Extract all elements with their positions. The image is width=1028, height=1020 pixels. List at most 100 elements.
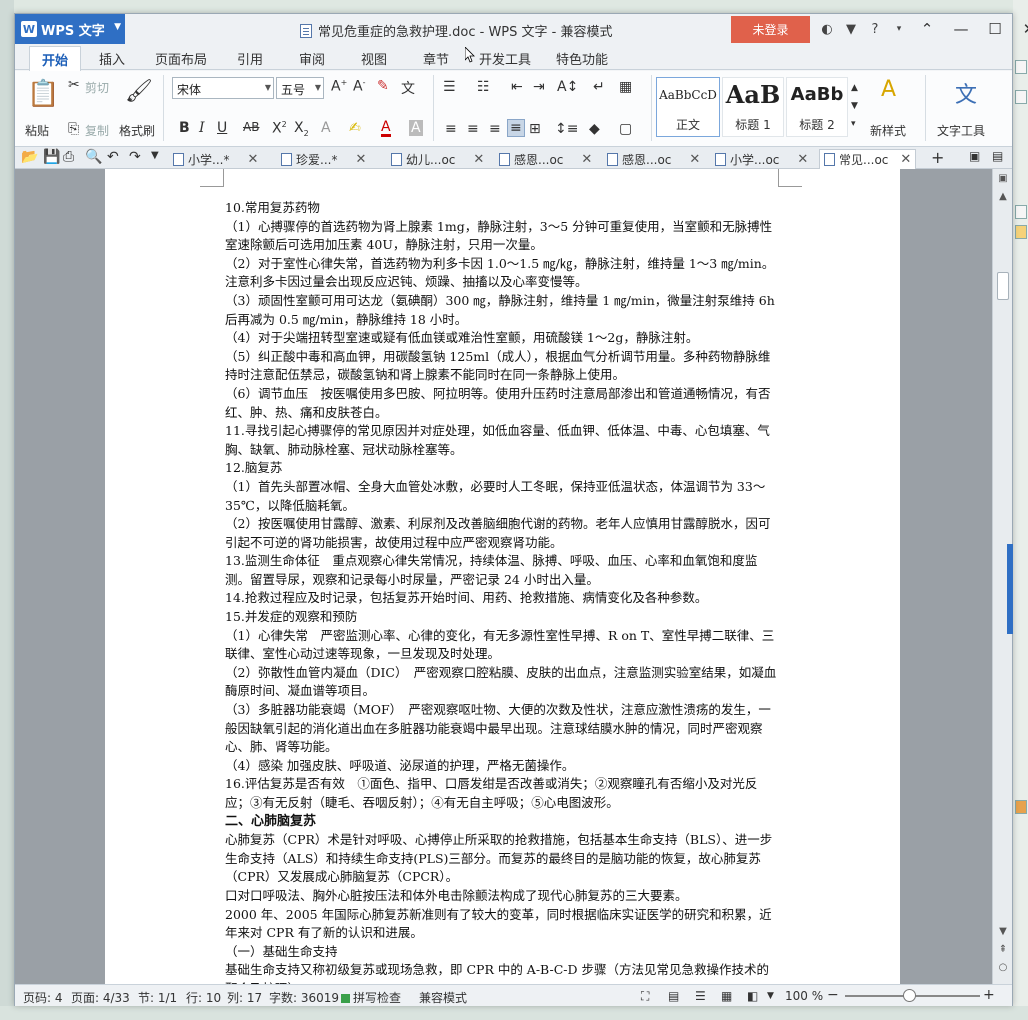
tab-insert[interactable]: 插入 <box>99 49 125 68</box>
status-word-count[interactable]: 字数: 36019 <box>269 989 339 1006</box>
maximize-icon[interactable]: ☐ <box>978 14 1012 44</box>
document-page[interactable]: 10.常用复苏药物 （1）心搏骤停的首选药物为肾上腺素 1mg，静脉注射，3～5 … <box>105 169 900 984</box>
document-paragraph[interactable]: 16.评估复苏是否有效 ①面色、指甲、口唇发绀是否改善或消失；②观察瞳孔有否缩小… <box>225 775 780 812</box>
document-paragraph[interactable]: 13.监测生命体征 重点观察心律失常情况，持续体温、脉搏、呼吸、血压、心率和血氧… <box>225 552 780 589</box>
document-paragraph[interactable]: 10.常用复苏药物 <box>225 199 780 218</box>
doc-tab[interactable]: 珍爱...* ✕ <box>281 149 366 169</box>
shirt-icon[interactable]: ▼ <box>839 22 863 37</box>
show-marks-icon[interactable]: ↵ <box>593 79 605 95</box>
doc-tab[interactable]: 小学...oc ✕ <box>715 149 808 169</box>
bold-icon[interactable]: B <box>179 120 190 136</box>
superscript-icon[interactable]: X2 <box>272 120 287 137</box>
print-icon[interactable]: ⎙ <box>63 149 74 165</box>
clear-format-icon[interactable]: ✎ <box>377 78 389 94</box>
document-paragraph[interactable]: 2000 年、2005 年国际心肺复苏新准则有了较大的变革，同时根据临床实证医学… <box>225 906 780 943</box>
doc-tab-active[interactable]: 常见...oc ✕ <box>819 149 917 169</box>
skin-icon[interactable]: ◐ <box>815 22 839 37</box>
copy-button[interactable]: 复制 <box>85 122 109 139</box>
document-paragraph[interactable]: （1）心律失常 严密监测心率、心律的变化，有无多源性室性早搏、R on T、室性… <box>225 627 780 664</box>
tab-options-icon[interactable]: ▤ <box>992 149 1003 163</box>
page-view-icon[interactable]: ▤ <box>668 989 679 1003</box>
phonetic-guide-icon[interactable]: 文 <box>401 78 415 98</box>
text-effect-icon[interactable]: A <box>321 120 331 136</box>
style-heading-1[interactable]: AaB 标题 1 <box>722 77 784 137</box>
document-paragraph[interactable]: 12.脑复苏 <box>225 459 780 478</box>
shrink-font-icon[interactable]: A- <box>353 78 365 95</box>
close-icon[interactable]: ✕ <box>797 152 808 167</box>
text-tools-button[interactable]: 文字工具 <box>937 122 985 139</box>
subscript-icon[interactable]: X2 <box>294 120 309 138</box>
shading-icon[interactable]: ◆ <box>589 121 600 137</box>
increase-indent-icon[interactable]: ⇥ <box>533 79 545 95</box>
copy-icon[interactable]: ⎘ <box>68 121 79 137</box>
document-paragraph[interactable]: （一）基础生命支持 <box>225 943 780 962</box>
font-name-select[interactable]: 宋体 ▼ <box>172 77 274 99</box>
underline-icon[interactable]: U <box>217 120 227 136</box>
undo-icon[interactable]: ↶ <box>107 149 119 165</box>
font-size-select[interactable]: 五号 ▼ <box>276 77 324 99</box>
document-body[interactable]: 10.常用复苏药物 （1）心搏骤停的首选药物为肾上腺素 1mg，静脉注射，3～5 … <box>225 199 780 984</box>
browse-object-icon[interactable]: ○ <box>993 962 1013 973</box>
close-icon[interactable]: ✕ <box>247 152 258 167</box>
document-paragraph[interactable]: 基础生命支持又称初级复苏或现场急救，即 CPR 中的 A-B-C-D 步骤（方法… <box>225 961 780 984</box>
reading-view-icon[interactable]: ◧ <box>747 989 758 1003</box>
redo-icon[interactable]: ↷ <box>129 149 141 165</box>
style-heading-2[interactable]: AaBb 标题 2 <box>786 77 848 137</box>
print-preview-icon[interactable]: 🔍 <box>85 149 102 165</box>
document-paragraph[interactable]: （3）多脏器功能衰竭（MOF） 严密观察呕吐物、大便的次数及性状，注意应激性溃疡… <box>225 701 780 757</box>
select-browse-icon[interactable]: ▣ <box>993 173 1013 184</box>
fullscreen-icon[interactable]: ⛶ <box>641 989 649 1004</box>
minimize-icon[interactable]: — <box>944 14 978 44</box>
document-paragraph[interactable]: （4）感染 加强皮肤、呼吸道、泌尿道的护理，严格无菌操作。 <box>225 757 780 776</box>
tab-page-layout[interactable]: 页面布局 <box>155 49 207 68</box>
side-panel-handle[interactable] <box>1007 544 1013 634</box>
doc-tab[interactable]: 幼儿...oc ✕ <box>391 149 484 169</box>
doc-tab[interactable]: 小学...* ✕ <box>173 149 258 169</box>
highlight-icon[interactable]: ✍ <box>349 120 361 136</box>
paste-icon[interactable]: 📋 <box>27 79 59 109</box>
format-painter-icon[interactable]: 🖌 <box>125 79 153 104</box>
text-tools-icon[interactable]: 文 <box>955 77 977 109</box>
help-icon[interactable]: ? <box>863 22 887 37</box>
tab-references[interactable]: 引用 <box>237 49 263 68</box>
font-color-icon[interactable]: A <box>381 120 391 137</box>
document-paragraph[interactable]: 11.寻找引起心搏骤停的常见原因并对症处理，如低血容量、低血钾、低体温、中毒、心… <box>225 422 780 459</box>
tab-chapter[interactable]: 章节 <box>423 49 449 68</box>
scissors-icon[interactable]: ✂ <box>68 77 80 93</box>
open-folder-icon[interactable]: 📂 <box>21 149 38 165</box>
doc-tab[interactable]: 感恩...oc ✕ <box>607 149 700 169</box>
document-paragraph[interactable]: 15.并发症的观察和预防 <box>225 608 780 627</box>
distribute-icon[interactable]: ⊞ <box>529 121 541 137</box>
chinese-layout-icon[interactable]: A↕ <box>557 79 578 95</box>
format-painter-button[interactable]: 格式刷 <box>119 122 155 139</box>
justify-icon[interactable]: ≡ <box>507 119 525 137</box>
document-paragraph[interactable]: 14.抢救过程应及时记录，包括复苏开始时间、用药、抢救措施、病情变化及各种参数。 <box>225 589 780 608</box>
line-spacing-icon[interactable]: ↕≡ <box>555 121 578 137</box>
document-paragraph[interactable]: （1）首先头部置冰帽、全身大血管处冰敷，必要时人工冬眠，保持亚低温状态，体温调节… <box>225 478 780 515</box>
new-tab-icon[interactable]: + <box>931 148 944 167</box>
paste-button[interactable]: 粘贴 <box>25 122 49 139</box>
scroll-down-icon[interactable]: ▼ <box>993 926 1013 937</box>
zoom-out-icon[interactable]: − <box>827 987 839 1003</box>
close-icon[interactable]: ✕ <box>689 152 700 167</box>
previous-page-icon[interactable]: ⇞ <box>993 944 1013 955</box>
web-view-icon[interactable]: ▦ <box>721 989 732 1003</box>
tab-home[interactable]: 开始 <box>29 46 82 71</box>
login-button[interactable]: 未登录 <box>731 16 810 43</box>
new-style-button[interactable]: 新样式 <box>870 122 906 139</box>
document-paragraph[interactable]: （6）调节血压 按医嘱使用多巴胺、阿拉明等。使用升压药时注意局部渗出和管道通畅情… <box>225 385 780 422</box>
italic-icon[interactable]: I <box>199 120 205 136</box>
close-icon[interactable]: ✕ <box>355 152 366 167</box>
document-paragraph[interactable]: （1）心搏骤停的首选药物为肾上腺素 1mg，静脉注射，3～5 分钟可重复使用，当… <box>225 218 780 255</box>
scrollbar-thumb[interactable] <box>997 272 1009 300</box>
cut-button[interactable]: 剪切 <box>85 79 109 96</box>
decrease-indent-icon[interactable]: ⇤ <box>511 79 523 95</box>
document-paragraph[interactable]: 二、心肺脑复苏 <box>225 813 780 832</box>
close-icon[interactable]: ✕ <box>581 152 592 167</box>
collapse-ribbon-icon[interactable]: ⌃ <box>910 14 944 44</box>
scroll-up-icon[interactable]: ▲ <box>993 191 1013 202</box>
doc-tab[interactable]: 感恩...oc ✕ <box>499 149 592 169</box>
quick-access-dropdown-icon[interactable]: ▼ <box>151 150 159 161</box>
style-normal[interactable]: AaBbCcD 正文 <box>656 77 720 137</box>
document-paragraph[interactable]: 口对口呼吸法、胸外心脏按压法和体外电击除颤法构成了现代心肺复苏的三大要素。 <box>225 887 780 906</box>
